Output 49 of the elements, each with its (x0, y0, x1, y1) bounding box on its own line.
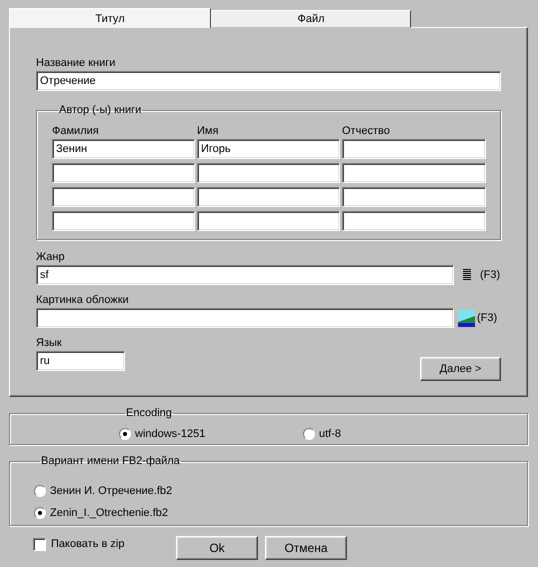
checkbox-label: Паковать в zip (51, 538, 124, 550)
tab[interactable]: Файл (211, 10, 411, 28)
dialog-button[interactable]: Ok (176, 536, 258, 560)
field-label: Жанр (36, 251, 65, 263)
name-field[interactable] (342, 211, 486, 231)
radio-option[interactable]: utf-8 (303, 428, 487, 440)
field-label: Название книги (36, 57, 116, 69)
name-field[interactable] (197, 187, 340, 207)
title-field[interactable]: Отречение (36, 71, 501, 91)
name-field[interactable] (342, 139, 486, 159)
name-field[interactable] (52, 163, 195, 183)
radio-button[interactable] (303, 428, 315, 440)
tab[interactable]: Титул (9, 8, 211, 28)
group-title: Вариант имени FB2-файла (40, 455, 181, 467)
shortcut-hint: (F3) (477, 312, 498, 324)
radio-button[interactable] (34, 485, 46, 497)
option-label: Zenin_I._Otrechenie.fb2 (50, 507, 168, 519)
name-field[interactable] (52, 187, 195, 207)
column-header: Фамилия (52, 125, 100, 137)
column-header: Отчество (342, 125, 391, 137)
field-label: Язык (36, 337, 62, 349)
shortcut-hint: (F3) (480, 269, 500, 281)
radio-option[interactable]: windows-1251 (119, 428, 303, 440)
name-field[interactable] (52, 211, 195, 231)
language-field[interactable]: ru (36, 351, 125, 371)
option-label: Зенин И. Отречение.fb2 (50, 485, 172, 497)
group-title: Автор (-ы) книги (58, 104, 142, 116)
radio-button[interactable] (119, 428, 131, 440)
name-field[interactable]: Зенин (52, 139, 195, 159)
name-field[interactable] (342, 163, 486, 183)
name-field[interactable] (197, 211, 340, 231)
radio-option[interactable]: Зенин И. Отречение.fb2 (34, 485, 527, 497)
dialog-button[interactable]: Отмена (265, 536, 347, 560)
list-icon[interactable] (462, 269, 472, 281)
name-field[interactable] (342, 187, 486, 207)
column-header: Имя (197, 125, 220, 137)
group-title: Encoding (125, 407, 173, 419)
option-label: utf-8 (319, 428, 342, 440)
radio-option[interactable]: Zenin_I._Otrechenie.fb2 (34, 507, 527, 519)
option-label: windows-1251 (135, 428, 206, 440)
name-field[interactable]: Игорь (197, 139, 340, 159)
next-button[interactable]: Далее > (420, 357, 501, 381)
checkbox[interactable] (33, 538, 46, 550)
radio-button[interactable] (34, 507, 46, 519)
field-label: Картинка обложки (36, 294, 129, 306)
cover-field[interactable] (36, 308, 454, 328)
name-field[interactable] (197, 163, 340, 183)
image-icon[interactable] (458, 310, 475, 326)
genre-field[interactable]: sf (36, 265, 454, 285)
